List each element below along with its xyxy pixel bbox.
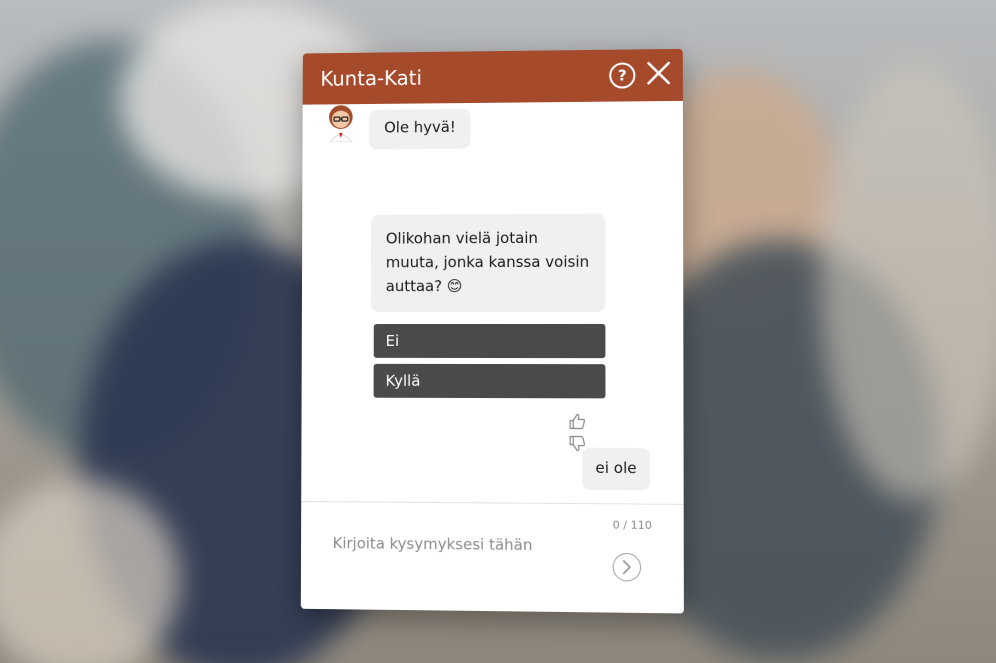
char-count: 0 / 110 [613, 518, 652, 531]
bot-message: Olikohan vielä jotain muuta, jonka kanss… [371, 214, 606, 312]
send-button[interactable] [613, 553, 641, 582]
feedback-buttons [568, 412, 608, 432]
chevron-right-icon [614, 554, 640, 581]
bot-message: Ole hyvä! [369, 109, 470, 150]
message-list[interactable]: Ole hyvä! Olikohan vielä jotain muuta, j… [301, 101, 683, 504]
option-button-kylla[interactable]: Kyllä [374, 364, 606, 399]
chat-header: Kunta-Kati ? [303, 49, 683, 105]
chat-window: Kunta-Kati ? Ole hyvä! Olikohan vielä jo… [301, 49, 684, 614]
wall-blur [820, 60, 996, 500]
message-input[interactable] [333, 530, 593, 559]
thumbs-up-icon[interactable] [568, 412, 586, 430]
input-area: 0 / 110 [301, 501, 684, 613]
user-message: ei ole [582, 448, 650, 491]
help-icon[interactable]: ? [609, 62, 635, 88]
option-button-ei[interactable]: Ei [374, 324, 606, 358]
bot-avatar [326, 104, 356, 142]
close-icon[interactable] [644, 59, 672, 87]
chat-title: Kunta-Kati [320, 66, 422, 91]
